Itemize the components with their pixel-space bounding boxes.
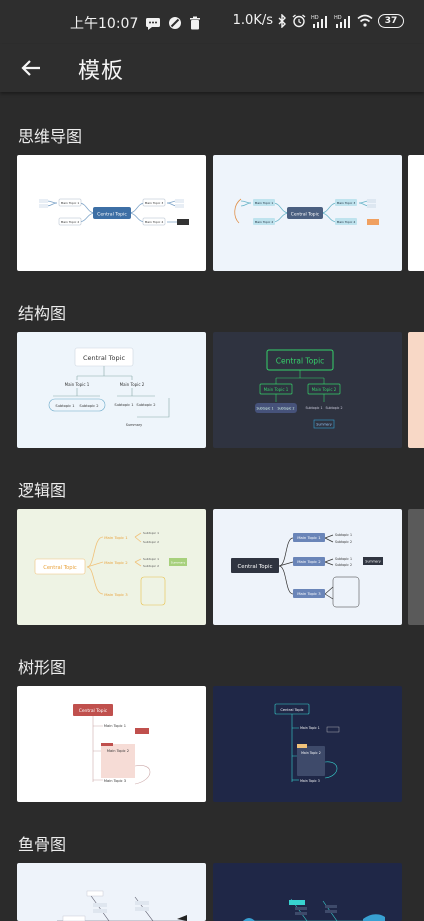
svg-text:Central Topic: Central Topic: [43, 565, 77, 571]
template-preview: [243, 898, 385, 921]
svg-text:Main Topic 3: Main Topic 3: [104, 592, 128, 597]
svg-text:Subtopic 2: Subtopic 2: [326, 406, 343, 410]
template-preview: Central Topic Main Topic 1 Main Topic 2 …: [255, 349, 343, 429]
bluetooth-icon: [278, 13, 287, 28]
svg-text:Subtopic 1: Subtopic 1: [306, 406, 323, 410]
template-preview: Central Topic Main Topic 1 Main Topic 2 …: [73, 704, 151, 785]
svg-text:Main Topic 3: Main Topic 3: [300, 779, 320, 783]
page-title: 模板: [78, 59, 125, 84]
alarm-icon: [292, 13, 306, 28]
template-preview: Central Topic Main Topic 1 Main Topic 2 …: [234, 198, 379, 225]
signal-hd-1-icon: HD: [311, 14, 329, 28]
back-button[interactable]: [16, 54, 46, 82]
status-time: 上午10:07: [70, 16, 139, 32]
template-preview: Central Topic Main Topic 1 Main Topic 2 …: [274, 703, 340, 783]
svg-text:Subtopic 1: Subtopic 1: [335, 557, 352, 561]
svg-text:Central Topic: Central Topic: [280, 708, 303, 712]
template-card-fishbone-1[interactable]: [17, 863, 206, 921]
svg-text:Subtopic 2: Subtopic 2: [143, 540, 159, 544]
section-title-org-chart: 结构图: [18, 304, 67, 323]
svg-text:Subtopic 2: Subtopic 2: [278, 407, 295, 411]
svg-text:Main Topic 2: Main Topic 2: [255, 220, 274, 224]
svg-text:HD: HD: [311, 15, 319, 21]
template-preview: Central Topic Main Topic 1 Main Topic 2 …: [231, 533, 383, 608]
svg-text:Central Topic: Central Topic: [276, 357, 325, 366]
svg-text:Central Topic: Central Topic: [79, 708, 108, 714]
template-preview: [57, 890, 187, 921]
message-icon: [145, 17, 161, 30]
svg-text:Summary: Summary: [365, 559, 381, 563]
arrow-left-icon: [21, 60, 40, 76]
svg-text:Subtopic 1: Subtopic 1: [143, 531, 159, 535]
svg-text:HD: HD: [334, 15, 342, 21]
blocked-icon: [168, 16, 182, 30]
svg-text:Main Topic 1: Main Topic 1: [297, 535, 321, 540]
template-card-mind-map-1[interactable]: Central Topic Main Topic 1 Main Topic 2 …: [17, 155, 206, 271]
template-preview: Central Topic Main Topic 1 Main Topic 2 …: [39, 198, 189, 226]
svg-text:Main Topic 2: Main Topic 2: [107, 749, 129, 753]
svg-text:Subtopic 1: Subtopic 1: [335, 533, 352, 537]
section-title-mind-map: 思维导图: [18, 127, 83, 146]
svg-text:Main Topic 4: Main Topic 4: [337, 220, 356, 224]
svg-text:Main Topic 1: Main Topic 1: [104, 724, 126, 728]
template-card-tree-chart-1[interactable]: Central Topic Main Topic 1 Main Topic 2 …: [17, 686, 206, 802]
svg-text:Central Topic: Central Topic: [83, 354, 126, 362]
svg-text:Summary: Summary: [316, 423, 332, 427]
trash-icon: [189, 16, 201, 30]
svg-text:Main Topic 2: Main Topic 2: [104, 560, 128, 565]
template-card-tree-chart-2[interactable]: Central Topic Main Topic 1 Main Topic 2 …: [213, 686, 402, 802]
svg-text:Subtopic 1: Subtopic 1: [257, 407, 274, 411]
svg-text:Central Topic: Central Topic: [291, 212, 320, 218]
template-card-peek[interactable]: [408, 509, 424, 625]
svg-text:Subtopic 2: Subtopic 2: [335, 540, 352, 544]
template-card-org-chart-1[interactable]: Central Topic Main Topic 1 Main Topic 2 …: [17, 332, 206, 448]
central-topic-label: Central Topic: [97, 212, 127, 218]
svg-text:Main Topic 4: Main Topic 4: [145, 220, 164, 224]
svg-text:Main Topic 1: Main Topic 1: [300, 726, 320, 730]
svg-text:Main Topic 1: Main Topic 1: [65, 382, 90, 387]
svg-text:Central Topic: Central Topic: [238, 564, 273, 570]
svg-text:Main Topic 2: Main Topic 2: [297, 559, 321, 564]
svg-text:Main Topic 2: Main Topic 2: [120, 382, 145, 387]
network-speed: 1.0K/s: [232, 13, 273, 28]
svg-text:Main Topic 1: Main Topic 1: [104, 535, 128, 540]
signal-hd-2-icon: HD: [334, 14, 352, 28]
svg-text:Main Topic 2: Main Topic 2: [301, 751, 321, 755]
template-card-peek[interactable]: [408, 332, 424, 448]
svg-text:Main Topic 3: Main Topic 3: [297, 591, 321, 596]
svg-text:Main Topic 1: Main Topic 1: [255, 201, 274, 205]
section-title-logic-chart: 逻辑图: [18, 481, 67, 500]
template-preview: Central Topic Main Topic 1 Main Topic 2 …: [34, 531, 187, 606]
svg-text:Main Topic 2: Main Topic 2: [61, 220, 80, 224]
svg-text:Main Topic 3: Main Topic 3: [104, 779, 126, 783]
svg-text:Summary: Summary: [126, 423, 142, 427]
svg-text:Main Topic 2: Main Topic 2: [312, 387, 337, 392]
section-title-tree-chart: 树形图: [18, 658, 67, 677]
svg-text:Subtopic 1: Subtopic 1: [55, 404, 74, 408]
wifi-icon: [357, 14, 373, 27]
battery-indicator: 37: [378, 13, 404, 28]
template-preview: Central Topic Main Topic 1 Main Topic 2 …: [48, 347, 170, 427]
template-card-org-chart-2[interactable]: Central Topic Main Topic 1 Main Topic 2 …: [213, 332, 402, 448]
svg-text:Summary: Summary: [171, 560, 186, 564]
svg-text:Subtopic 2: Subtopic 2: [136, 403, 155, 407]
svg-text:Subtopic 1: Subtopic 1: [114, 403, 133, 407]
svg-text:Main Topic 3: Main Topic 3: [145, 201, 164, 205]
app-bar: 模板: [0, 44, 424, 92]
svg-text:Main Topic 3: Main Topic 3: [337, 201, 356, 205]
template-card-mind-map-2[interactable]: Central Topic Main Topic 1 Main Topic 2 …: [213, 155, 402, 271]
svg-text:Subtopic 1: Subtopic 1: [143, 557, 159, 561]
svg-text:Subtopic 2: Subtopic 2: [79, 404, 98, 408]
section-title-fishbone: 鱼骨图: [18, 835, 67, 854]
svg-text:Subtopic 2: Subtopic 2: [335, 563, 352, 567]
status-bar: 上午10:07 1.0K/s HD HD 37: [0, 0, 424, 44]
template-card-peek[interactable]: [408, 155, 424, 271]
template-card-fishbone-2[interactable]: [213, 863, 402, 921]
svg-text:Main Topic 1: Main Topic 1: [61, 201, 80, 205]
template-card-logic-chart-2[interactable]: Central Topic Main Topic 1 Main Topic 2 …: [213, 509, 402, 625]
svg-text:Subtopic 2: Subtopic 2: [143, 564, 159, 568]
svg-text:Main Topic 1: Main Topic 1: [264, 387, 289, 392]
template-card-logic-chart-1[interactable]: Central Topic Main Topic 1 Main Topic 2 …: [17, 509, 206, 625]
